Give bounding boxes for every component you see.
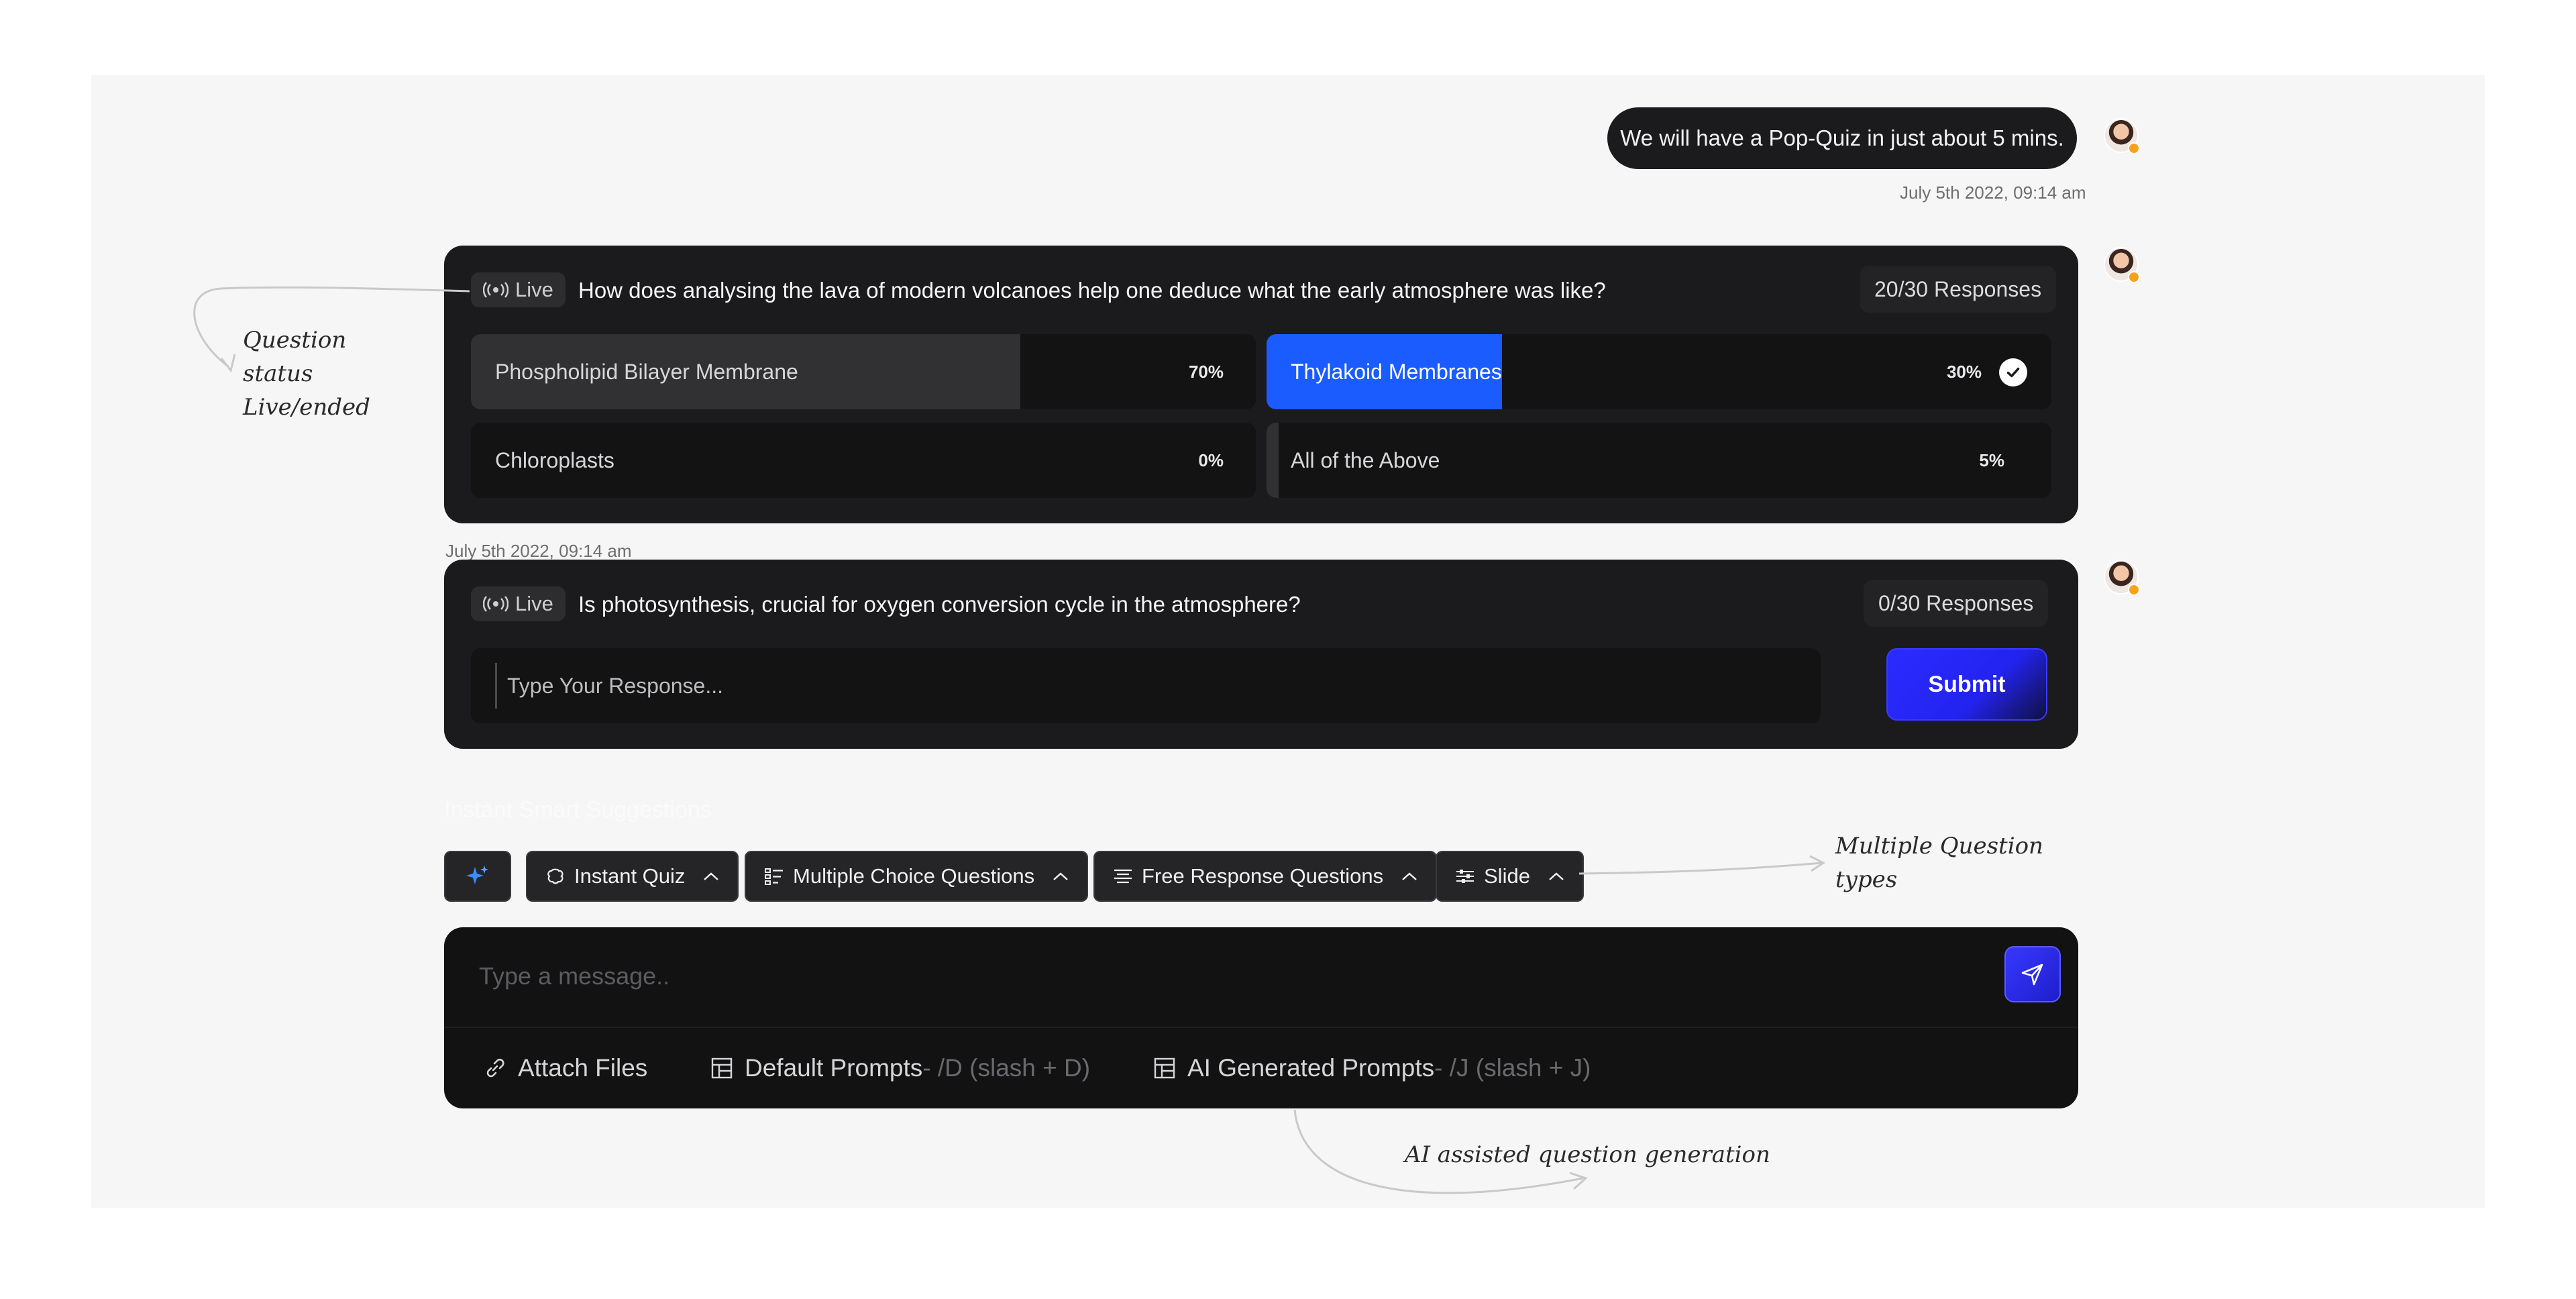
annotation-arrows <box>193 286 1825 1194</box>
page: We will have a Pop-Quiz in just about 5 … <box>0 0 2576 1299</box>
